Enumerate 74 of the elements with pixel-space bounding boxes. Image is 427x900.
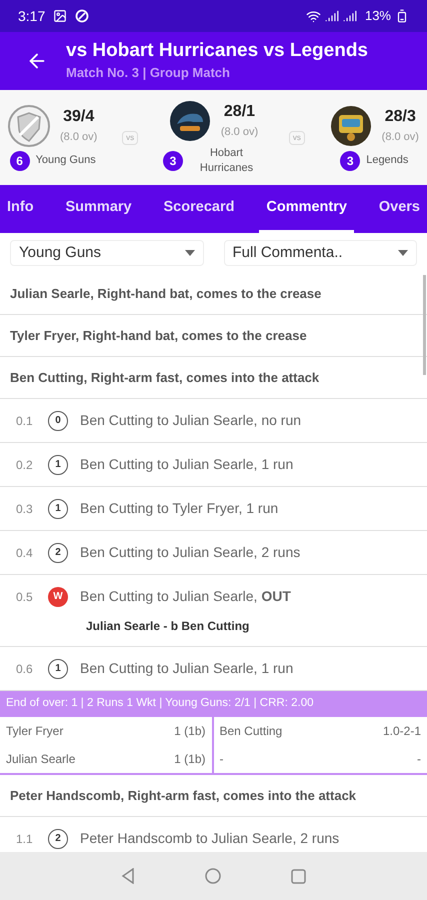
over-number: 0.3 <box>16 500 34 518</box>
commentary-event: Peter Handscomb, Right-arm fast, comes into the attack <box>10 786 356 805</box>
runs-badge: 2 <box>48 828 68 848</box>
runs-badge: 1 <box>48 454 68 474</box>
dropdown-caret-icon <box>398 250 408 256</box>
recents-nav-icon[interactable] <box>291 868 306 884</box>
over-number: 1.1 <box>16 830 34 848</box>
wicket-badge: W <box>48 586 68 606</box>
team-name: Legends <box>366 153 408 168</box>
team-logo-icon <box>168 100 211 142</box>
runs-badge: 0 <box>48 410 68 430</box>
dropdown-caret-icon <box>184 250 194 256</box>
bowler-figures: 1.0-2-1 <box>382 723 421 740</box>
team-score: 28/3 <box>384 107 416 128</box>
over-number: 0.4 <box>16 544 34 562</box>
tab[interactable]: Summary <box>58 185 139 233</box>
back-nav-icon[interactable] <box>121 868 135 884</box>
signal-icon <box>324 9 339 23</box>
count-badge: 3 <box>162 150 183 170</box>
batter-name: Julian Searle <box>6 751 76 768</box>
team-score: 28/1 <box>224 102 256 122</box>
team-overs: (8.0 ov) <box>60 130 98 146</box>
bowler-figures: - <box>417 751 421 768</box>
tab[interactable]: Commentry <box>259 185 354 233</box>
team-logo-icon <box>330 104 372 146</box>
commentary-text: Peter Handscomb to Julian Searle, 2 runs <box>80 829 340 848</box>
commentary-text: Ben Cutting to Tyler Fryer, 1 run <box>80 499 278 518</box>
runs-badge: 1 <box>48 658 68 678</box>
team-overs: (8.0 ov) <box>382 130 419 146</box>
count-badge: 6 <box>10 150 30 170</box>
shield-logo-icon <box>8 104 50 146</box>
commentary-event: Julian Searle, Right-hand bat, comes to the crease <box>10 284 322 303</box>
over-number: 0.2 <box>16 456 34 474</box>
runs-badge: 2 <box>48 542 68 562</box>
team-name: Young Guns <box>36 153 96 168</box>
status-time: 3:17 <box>18 6 46 26</box>
tab[interactable]: Scorecard <box>156 185 242 233</box>
over-number: 0.6 <box>16 660 34 678</box>
team-name: Hobart Hurricanes <box>198 146 254 176</box>
home-nav-icon[interactable] <box>205 868 221 884</box>
match-subtitle: Match No. 3 | Group Match <box>66 64 231 82</box>
bowler-name: - <box>220 751 224 768</box>
count-badge: 3 <box>340 150 360 170</box>
commentary-event: Tyler Fryer, Right-hand bat, comes to the crease <box>10 326 307 345</box>
over-summary-bar: End of over: 1 | 2 Runs 1 Wkt | Young Guns: 2/1 | CRR: 2.00 <box>0 691 427 717</box>
image-icon <box>53 9 68 23</box>
commentary-text: Ben Cutting to Julian Searle, no run <box>80 411 302 430</box>
tab[interactable]: Overs <box>372 185 427 233</box>
runs-badge: 1 <box>48 498 68 518</box>
match-title: vs Hobart Hurricanes vs Legends <box>66 39 368 64</box>
filter-dropdown[interactable]: Young Guns <box>10 240 204 266</box>
commentary-text: Ben Cutting to Julian Searle, 1 run <box>80 659 294 678</box>
over-number: 0.5 <box>16 588 34 606</box>
scrollbar[interactable] <box>423 275 426 375</box>
batter-name: Tyler Fryer <box>6 723 64 740</box>
filter-dropdown[interactable]: Full Commenta.. <box>224 240 417 266</box>
team-score: 39/4 <box>63 107 94 128</box>
vs-label: vs <box>122 130 138 144</box>
batter-score: 1 (1b) <box>174 723 206 740</box>
battery-icon <box>395 9 409 23</box>
tab[interactable]: Info <box>0 185 41 233</box>
commentary-text: Ben Cutting to Julian Searle, 2 runs <box>80 543 300 562</box>
signal-icon <box>342 9 357 23</box>
batter-score: 1 (1b) <box>174 751 206 768</box>
battery-level: 13% <box>364 7 391 26</box>
bowler-name: Ben Cutting <box>220 723 282 740</box>
commentary-text: Ben Cutting to Julian Searle, 1 run <box>80 455 294 474</box>
wifi-icon <box>306 8 321 24</box>
dismissal-text: Julian Searle - b Ben Cutting <box>86 618 250 635</box>
team-overs: (8.0 ov) <box>220 125 258 140</box>
over-number: 0.1 <box>16 412 34 430</box>
vs-label: vs <box>288 130 305 144</box>
commentary-text: Ben Cutting to Julian Searle, OUT <box>80 587 291 606</box>
commentary-event: Ben Cutting, Right-arm fast, comes into the attack <box>10 368 320 387</box>
